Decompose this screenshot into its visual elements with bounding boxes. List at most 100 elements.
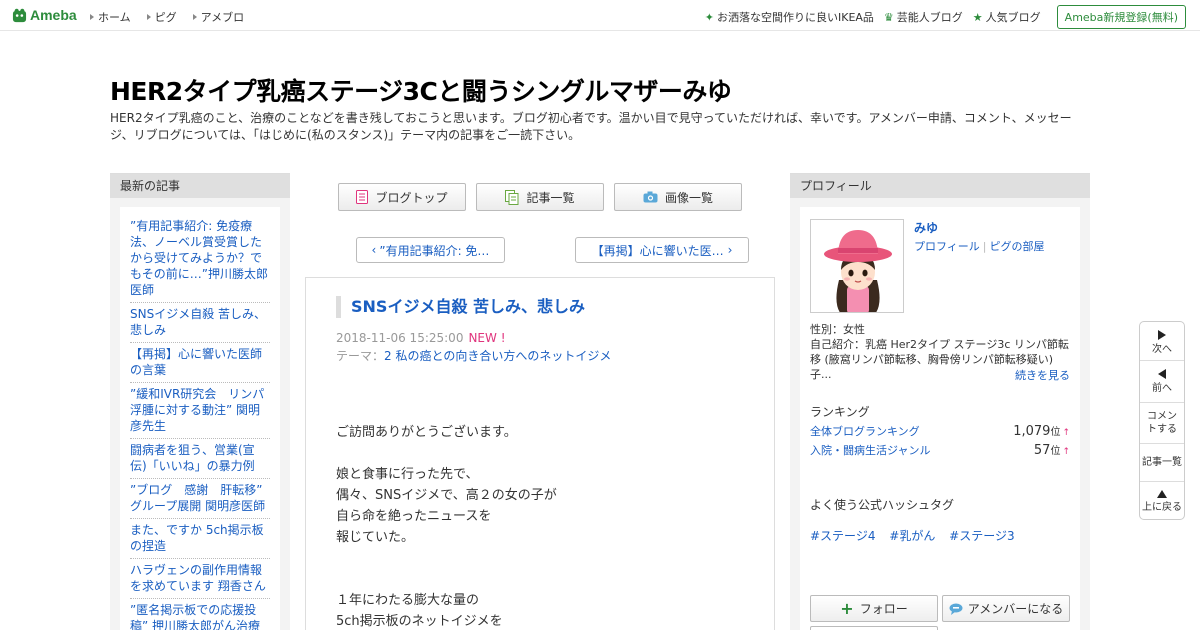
- top-nav-home[interactable]: ホーム: [90, 9, 131, 25]
- next-article-button[interactable]: 【再掲】心に響いた医… ›: [575, 237, 749, 263]
- profile-panel: プロフィール みゆ プロフィール | ピグの部屋 性別：女性 自己紹介：乳癌 H…: [790, 173, 1090, 630]
- divider: [1140, 481, 1184, 482]
- avatar[interactable]: [810, 219, 904, 313]
- article-list-side-button[interactable]: 記事一覧: [1140, 456, 1184, 469]
- hashtag-list: #ステージ4 #乳がん #ステージ3: [810, 527, 1025, 544]
- recent-article-link[interactable]: ”有用記事紹介: 免疫療法、ノーベル賞受賞したから受けてみようか？でもその前に……: [130, 215, 270, 303]
- recent-article-link[interactable]: 闘病者を狙う、営業(宣伝)「いいね」の暴力例: [130, 439, 270, 479]
- chevron-right-icon: ›: [727, 243, 733, 257]
- next-label: 次へ: [1152, 344, 1172, 355]
- profile-link[interactable]: プロフィール: [914, 240, 980, 253]
- recent-article-link[interactable]: 【再掲】心に響いた医師の言葉: [130, 343, 270, 383]
- article-paragraph: 偶々、SNSイジメで、高２の女の子が: [336, 488, 557, 503]
- amember-label: アメンバーになる: [967, 602, 1064, 616]
- top-right-links: ✦ お洒落な空間作りに良いIKEA品 ♛ 芸能人ブログ ★ 人気ブログ Ameba新規…: [705, 5, 1186, 29]
- link-separator: |: [982, 240, 987, 253]
- article-theme: テーマ：2 私の癌との向き合い方へのネットイジメ: [336, 347, 611, 364]
- pig-room-link[interactable]: ピグの部屋: [990, 240, 1045, 253]
- prev-article-label: ”有用記事紹介: 免…: [379, 243, 490, 258]
- article-blank-line: [336, 443, 756, 464]
- celebrity-blog-link[interactable]: ♛ 芸能人ブログ: [884, 9, 963, 25]
- recent-article-link[interactable]: また、ですか 5ch掲示板の捏造: [130, 519, 270, 559]
- article-date: 2018-11-06 15:25:00: [336, 331, 464, 345]
- follow-button[interactable]: + フォロー: [810, 595, 938, 622]
- ameba-logo[interactable]: Ameba: [12, 7, 77, 23]
- article-theme-label: テーマ：: [336, 349, 385, 363]
- top-nav-pig[interactable]: ピグ: [146, 9, 177, 25]
- avatar-image: [811, 220, 903, 312]
- recent-articles-heading: 最新の記事: [110, 173, 290, 198]
- article-list-side-label: 記事一覧: [1142, 457, 1182, 468]
- blog-top-button[interactable]: ブログトップ: [338, 183, 466, 211]
- top-nav-label: ホーム: [98, 11, 131, 24]
- article-list-icon: [505, 189, 519, 205]
- logo-text: Ameba: [30, 7, 77, 23]
- ranking-unit: 位: [1050, 446, 1061, 457]
- recent-article-link[interactable]: ”ブログ 感謝 肝転移” グループ展開 関明彦医師: [130, 479, 270, 519]
- arrow-up-icon: ↑: [1062, 428, 1070, 438]
- ranking-unit: 位: [1050, 427, 1061, 438]
- article-paragraph: 報じていた。: [336, 530, 415, 545]
- blog-top-label: ブログトップ: [375, 190, 448, 205]
- arrow-up-icon: ↑: [1062, 447, 1070, 457]
- article-meta: 2018-11-06 15:25:00 NEW !: [336, 331, 506, 345]
- article-paragraph: 娘と食事に行った先で、: [336, 467, 479, 482]
- recent-article-link[interactable]: SNSイジメ自殺 苦しみ、悲しみ: [130, 303, 270, 343]
- top-bar: Ameba ホーム ピグ アメブロ ✦ お洒落な空間作りに良いIKEA品 ♛ 芸能人…: [0, 0, 1200, 31]
- next-button[interactable]: 次へ: [1140, 330, 1184, 356]
- celebrity-blog-label: 芸能人ブログ: [896, 11, 963, 24]
- ameba-logo-icon: [12, 8, 27, 22]
- caret-right-icon: [146, 14, 151, 20]
- ranking-number: 57: [1033, 443, 1051, 458]
- article-list-button[interactable]: 記事一覧: [476, 183, 604, 211]
- blog-nav-buttons: ブログトップ 記事一覧 画像一覧: [338, 183, 752, 211]
- profile-links: プロフィール | ピグの部屋: [914, 238, 1045, 254]
- profile-name[interactable]: みゆ: [914, 219, 938, 236]
- register-button[interactable]: Ameba新規登録(無料): [1056, 5, 1186, 29]
- article-list-label: 記事一覧: [526, 190, 575, 205]
- divider: [1140, 402, 1184, 403]
- recent-article-link[interactable]: ”緩和IVR研究会 リンパ浮腫に対する動注” 関明彦先生: [130, 383, 270, 439]
- popular-blog-link[interactable]: ★ 人気ブログ: [973, 9, 1041, 25]
- ikea-link[interactable]: ✦ お洒落な空間作りに良いIKEA品: [705, 9, 874, 25]
- plus-icon: +: [840, 599, 854, 618]
- prev-article-button[interactable]: ‹ ”有用記事紹介: 免…: [356, 237, 505, 263]
- article: SNSイジメ自殺 苦しみ、悲しみ 2018-11-06 15:25:00 NEW …: [305, 277, 775, 630]
- recent-article-link[interactable]: ハラヴェンの副作用情報を求めています 翔香さん: [130, 559, 270, 599]
- new-badge: NEW !: [468, 331, 506, 345]
- chevron-left-icon: ‹: [371, 243, 377, 257]
- article-blank-line: [336, 569, 756, 590]
- more-button[interactable]: [810, 626, 938, 630]
- hashtag-link[interactable]: #ステージ3: [949, 529, 1014, 543]
- article-paragraph: １年にわたる膨大な量の: [336, 593, 480, 608]
- prev-button[interactable]: 前へ: [1140, 369, 1184, 395]
- article-paragraph: 5ch掲示板のネットイジメを: [336, 614, 503, 629]
- hashtag-link[interactable]: #乳がん: [889, 529, 935, 543]
- top-nav-label: アメブロ: [200, 11, 245, 24]
- comment-button[interactable]: コメントする: [1140, 410, 1184, 436]
- blog-top-icon: [356, 190, 369, 204]
- divider: [1140, 360, 1184, 361]
- top-nav-label: ピグ: [154, 11, 177, 24]
- ranking-row-genre[interactable]: 入院・闘病生活ジャンル 57位 ↑: [810, 442, 1070, 458]
- ranking-value: 1,079位 ↑: [1013, 423, 1070, 439]
- caret-right-icon: [90, 14, 94, 20]
- recent-article-link[interactable]: ”匿名掲示板での応援投稿” 押川勝太郎がん治療医: [130, 599, 270, 630]
- blog-description: HER2タイプ乳癌のこと、治療のことなどを書き残しておこうと思います。ブログ初心…: [110, 111, 1072, 142]
- article-title[interactable]: SNSイジメ自殺 苦しみ、悲しみ: [336, 296, 585, 318]
- image-list-button[interactable]: 画像一覧: [614, 183, 742, 211]
- amember-button[interactable]: アメンバーになる: [942, 595, 1070, 622]
- camera-icon: [643, 191, 658, 203]
- article-body: ご訪問ありがとうございます。 娘と食事に行った先で、 偶々、SNSイジメで、高２…: [336, 422, 756, 630]
- article-blank-line: [336, 548, 756, 569]
- read-more-link[interactable]: 続きを見る: [1015, 367, 1070, 383]
- back-to-top-button[interactable]: 上に戻る: [1140, 490, 1184, 514]
- triangle-right-icon: [1158, 330, 1166, 340]
- ranking-row-overall[interactable]: 全体ブログランキング 1,079位 ↑: [810, 423, 1070, 439]
- article-theme-link[interactable]: 2 私の癌との向き合い方へのネットイジメ: [384, 349, 611, 363]
- recent-articles-panel: 最新の記事 ”有用記事紹介: 免疫療法、ノーベル賞受賞したから受けてみようか？で…: [110, 173, 290, 630]
- hashtag-link[interactable]: #ステージ4: [810, 529, 875, 543]
- blog-title[interactable]: HER2タイプ乳癌ステージ3Cと闘うシングルマザーみゆ: [110, 72, 732, 108]
- top-nav: ホーム ピグ アメブロ: [90, 9, 260, 25]
- top-nav-ameblo[interactable]: アメブロ: [192, 9, 245, 25]
